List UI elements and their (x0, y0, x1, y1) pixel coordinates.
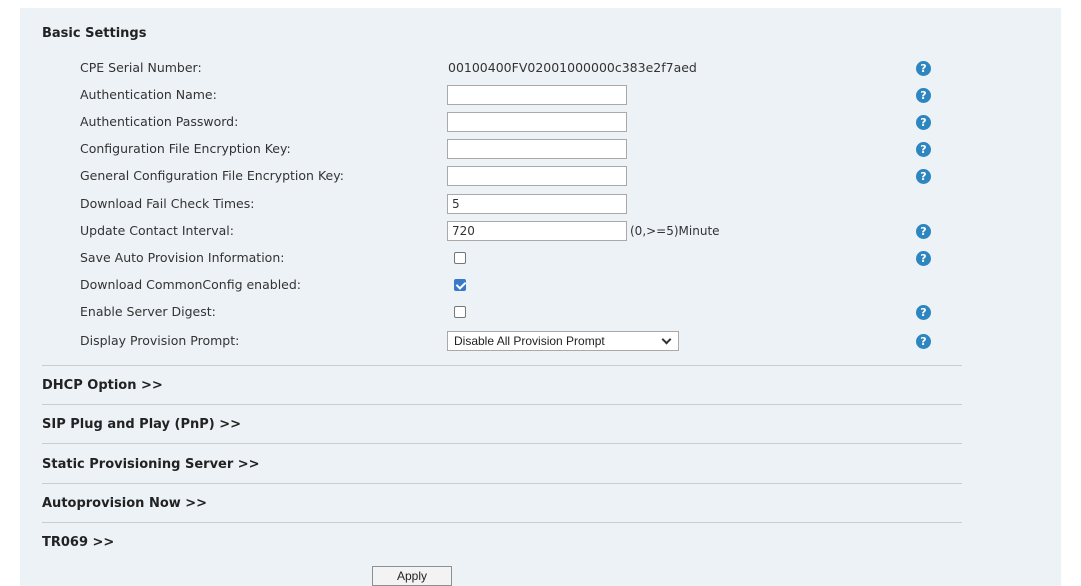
save-auto-checkbox[interactable] (454, 252, 466, 264)
help-icon[interactable]: ? (916, 334, 931, 349)
divider (42, 365, 962, 366)
download-common-checkbox[interactable] (454, 279, 466, 291)
config-key-label: Configuration File Encryption Key: (80, 141, 291, 156)
row-config-key: Configuration File Encryption Key: ? (0, 137, 1081, 161)
row-cpe-serial: CPE Serial Number: 00100400FV02001000000… (0, 56, 1081, 80)
divider (42, 443, 962, 444)
divider (42, 522, 962, 523)
cpe-serial-value: 00100400FV02001000000c383e2f7aed (448, 60, 697, 75)
update-interval-input[interactable] (447, 221, 627, 241)
provision-prompt-label: Display Provision Prompt: (80, 333, 240, 348)
update-interval-unit: (0,>=5)Minute (630, 224, 720, 238)
static-provisioning-server-toggle[interactable]: Static Provisioning Server >> (42, 455, 260, 475)
general-config-key-label: General Configuration File Encryption Ke… (80, 168, 344, 183)
tr069-toggle[interactable]: TR069 >> (42, 533, 114, 553)
cpe-serial-label: CPE Serial Number: (80, 60, 202, 75)
row-download-fail: Download Fail Check Times: (0, 192, 1081, 216)
row-general-config-key: General Configuration File Encryption Ke… (0, 164, 1081, 188)
section-title-basic-settings: Basic Settings (42, 26, 147, 41)
row-auth-name: Authentication Name: ? (0, 83, 1081, 107)
provision-prompt-selected: Disable All Provision Prompt (454, 334, 605, 348)
help-icon[interactable]: ? (916, 115, 931, 130)
server-digest-checkbox[interactable] (454, 306, 466, 318)
row-save-auto: Save Auto Provision Information: ? (0, 246, 1081, 270)
row-server-digest: Enable Server Digest: ? (0, 300, 1081, 324)
help-icon[interactable]: ? (916, 305, 931, 320)
auth-name-input[interactable] (447, 85, 627, 105)
autoprovision-now-toggle[interactable]: Autoprovision Now >> (42, 494, 207, 514)
row-provision-prompt: Display Provision Prompt: Disable All Pr… (0, 329, 1081, 353)
download-fail-label: Download Fail Check Times: (80, 196, 255, 211)
server-digest-label: Enable Server Digest: (80, 304, 216, 319)
provision-prompt-select[interactable]: Disable All Provision Prompt (447, 331, 679, 351)
auth-password-input[interactable] (447, 112, 627, 132)
config-key-input[interactable] (447, 139, 627, 159)
auth-name-label: Authentication Name: (80, 87, 217, 102)
help-icon[interactable]: ? (916, 88, 931, 103)
help-icon[interactable]: ? (916, 61, 931, 76)
divider (42, 404, 962, 405)
row-update-interval: Update Contact Interval: (0,>=5)Minute ? (0, 219, 1081, 243)
dhcp-option-toggle[interactable]: DHCP Option >> (42, 376, 163, 396)
download-fail-input[interactable] (447, 194, 627, 214)
sip-pnp-toggle[interactable]: SIP Plug and Play (PnP) >> (42, 415, 241, 435)
help-icon[interactable]: ? (916, 142, 931, 157)
help-icon[interactable]: ? (916, 224, 931, 239)
help-icon[interactable]: ? (916, 169, 931, 184)
auth-password-label: Authentication Password: (80, 114, 239, 129)
save-auto-label: Save Auto Provision Information: (80, 250, 285, 265)
row-auth-password: Authentication Password: ? (0, 110, 1081, 134)
help-icon[interactable]: ? (916, 251, 931, 266)
apply-button[interactable]: Apply (372, 566, 452, 586)
row-download-common: Download CommonConfig enabled: (0, 273, 1081, 297)
general-config-key-input[interactable] (447, 166, 627, 186)
chevron-down-icon (661, 334, 672, 345)
update-interval-label: Update Contact Interval: (80, 223, 234, 238)
download-common-label: Download CommonConfig enabled: (80, 277, 302, 292)
divider (42, 483, 962, 484)
